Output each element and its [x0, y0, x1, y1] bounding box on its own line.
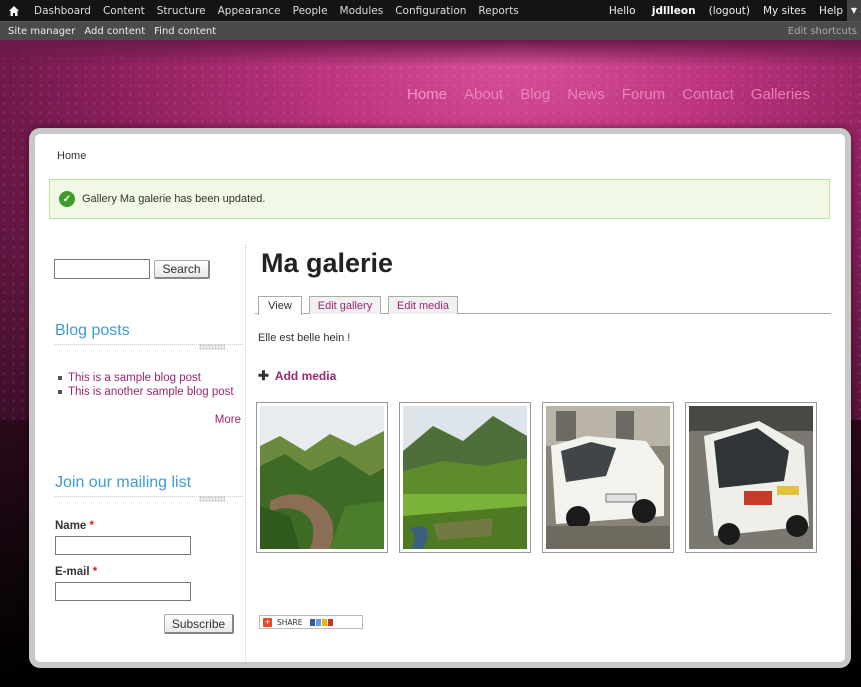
- blog-post-list: This is a sample blog post This is anoth…: [58, 372, 243, 400]
- edit-shortcuts-link[interactable]: Edit shortcuts: [788, 26, 857, 37]
- landscape-image: [260, 406, 384, 549]
- gallery-thumbnail[interactable]: [399, 402, 531, 553]
- gallery-thumbnail[interactable]: [685, 402, 817, 553]
- toolbar-user-area: Hello jdllleon (logout) My sites Help: [583, 0, 843, 21]
- add-media-link[interactable]: ✚ Add media: [258, 368, 336, 384]
- share-icon: +: [263, 617, 272, 627]
- sidebar: Search Blog posts This is a sample blog …: [49, 244, 245, 662]
- social-icon: [310, 618, 316, 626]
- tab-edit-gallery[interactable]: Edit gallery: [309, 296, 381, 314]
- nav-forum[interactable]: Forum: [622, 86, 665, 103]
- toolbar-people[interactable]: People: [293, 5, 328, 17]
- toolbar-dashboard[interactable]: Dashboard: [34, 5, 91, 17]
- name-field[interactable]: [55, 536, 191, 555]
- status-message: ✓ Gallery Ma galerie has been updated.: [49, 179, 830, 219]
- toolbar-appearance[interactable]: Appearance: [218, 5, 281, 17]
- share-label: SHARE: [277, 617, 303, 627]
- nav-home[interactable]: Home: [407, 86, 447, 103]
- decorative-dots: [199, 496, 225, 502]
- social-icons: [310, 618, 334, 626]
- greeting-text: Hello: [608, 4, 636, 17]
- user-greeting: Hello jdllleon (logout): [596, 5, 750, 17]
- nav-about[interactable]: About: [464, 86, 503, 103]
- nav-contact[interactable]: Contact: [682, 86, 734, 103]
- car-image: [546, 406, 670, 549]
- blog-post-link[interactable]: This is another sample blog post: [68, 386, 234, 398]
- tab-edit-media[interactable]: Edit media: [388, 296, 458, 314]
- column-divider: [245, 244, 246, 662]
- blog-posts-title: Blog posts: [55, 322, 130, 339]
- chevron-down-icon[interactable]: ▼: [847, 0, 861, 21]
- logout-link[interactable]: (logout): [709, 5, 750, 17]
- name-label: Name *: [55, 520, 94, 532]
- car-image: [689, 406, 813, 549]
- shortcut-site-manager[interactable]: Site manager: [8, 26, 75, 37]
- social-icon: [322, 618, 328, 626]
- nav-news[interactable]: News: [567, 86, 605, 103]
- status-text: Gallery Ma galerie has been updated.: [82, 193, 266, 205]
- checkmark-icon: ✓: [59, 191, 75, 207]
- required-mark: *: [92, 566, 98, 578]
- breadcrumb[interactable]: Home: [57, 150, 86, 162]
- share-button[interactable]: + SHARE: [259, 615, 363, 629]
- toolbar-structure[interactable]: Structure: [157, 5, 206, 17]
- more-link[interactable]: More: [215, 414, 241, 426]
- nav-galleries[interactable]: Galleries: [751, 86, 810, 103]
- plus-icon: ✚: [258, 368, 269, 383]
- my-sites-link[interactable]: My sites: [763, 5, 806, 17]
- home-icon[interactable]: [8, 4, 24, 18]
- gallery-description: Elle est belle hein !: [258, 332, 351, 344]
- page-title: Ma galerie: [261, 248, 394, 278]
- shortcut-add-content[interactable]: Add content: [84, 26, 145, 37]
- gallery-thumbnail[interactable]: [542, 402, 674, 553]
- shortcut-bar: Site manager Add content Find content Ed…: [0, 21, 861, 40]
- email-label-text: E-mail: [55, 566, 90, 578]
- toolbar-configuration[interactable]: Configuration: [395, 5, 466, 17]
- list-item[interactable]: This is a sample blog post: [58, 372, 243, 384]
- decorative-dots: [199, 344, 225, 350]
- social-icon: [316, 618, 322, 626]
- name-label-text: Name: [55, 520, 87, 532]
- shortcut-find-content[interactable]: Find content: [154, 26, 216, 37]
- page-container: Home ✓ Gallery Ma galerie has been updat…: [29, 128, 851, 668]
- toolbar-shadow: [0, 40, 861, 66]
- add-media-label[interactable]: Add media: [275, 369, 336, 383]
- tab-bar: View Edit gallery Edit media: [255, 290, 831, 315]
- username[interactable]: jdllleon: [652, 5, 696, 17]
- social-icon: [328, 618, 334, 626]
- bullet-icon: [58, 390, 62, 394]
- nav-blog[interactable]: Blog: [520, 86, 550, 103]
- gallery-thumbnail[interactable]: [256, 402, 388, 553]
- list-item[interactable]: This is another sample blog post: [58, 386, 243, 398]
- admin-toolbar: Dashboard Content Structure Appearance P…: [0, 0, 861, 40]
- main-content: Ma galerie View Edit gallery Edit media …: [255, 244, 835, 662]
- search-input[interactable]: [54, 259, 150, 279]
- toolbar-menu: Dashboard Content Structure Appearance P…: [0, 0, 861, 21]
- help-link[interactable]: Help: [819, 5, 843, 17]
- main-navigation: Home About Blog News Forum Contact Galle…: [407, 86, 827, 103]
- landscape-image: [403, 406, 527, 549]
- email-field[interactable]: [55, 582, 191, 601]
- mailing-list-title: Join our mailing list: [55, 474, 192, 491]
- toolbar-reports[interactable]: Reports: [478, 5, 518, 17]
- blog-post-link[interactable]: This is a sample blog post: [68, 372, 201, 384]
- required-mark: *: [89, 520, 95, 532]
- tab-view[interactable]: View: [258, 296, 302, 315]
- toolbar-content[interactable]: Content: [103, 5, 145, 17]
- email-label: E-mail *: [55, 566, 97, 578]
- subscribe-button[interactable]: Subscribe: [164, 614, 234, 634]
- bullet-icon: [58, 376, 62, 380]
- search-button[interactable]: Search: [154, 260, 210, 279]
- toolbar-modules[interactable]: Modules: [340, 5, 384, 17]
